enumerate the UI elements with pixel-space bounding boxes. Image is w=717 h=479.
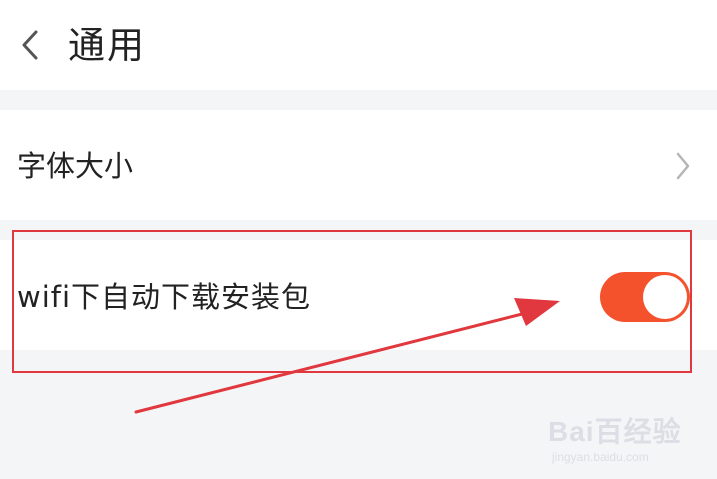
settings-row-font-size[interactable]: 字体大小 [0,110,717,220]
watermark: Bai百经验 jingyan.baidu.com [548,400,708,470]
wifi-auto-download-toggle[interactable] [600,272,690,322]
header-bar: 通用 [0,0,717,90]
settings-row-wifi-auto-download: wifi下自动下载安装包 [0,240,717,350]
wifi-auto-download-label: wifi下自动下载安装包 [17,280,312,314]
watermark-logo: Bai百经验 [548,416,682,447]
chevron-right-icon [676,152,690,180]
watermark-url: jingyan.baidu.com [552,450,649,464]
toggle-knob [643,275,687,319]
chevron-left-icon[interactable] [16,28,44,62]
page-title: 通用 [68,24,146,67]
font-size-label: 字体大小 [17,149,134,183]
